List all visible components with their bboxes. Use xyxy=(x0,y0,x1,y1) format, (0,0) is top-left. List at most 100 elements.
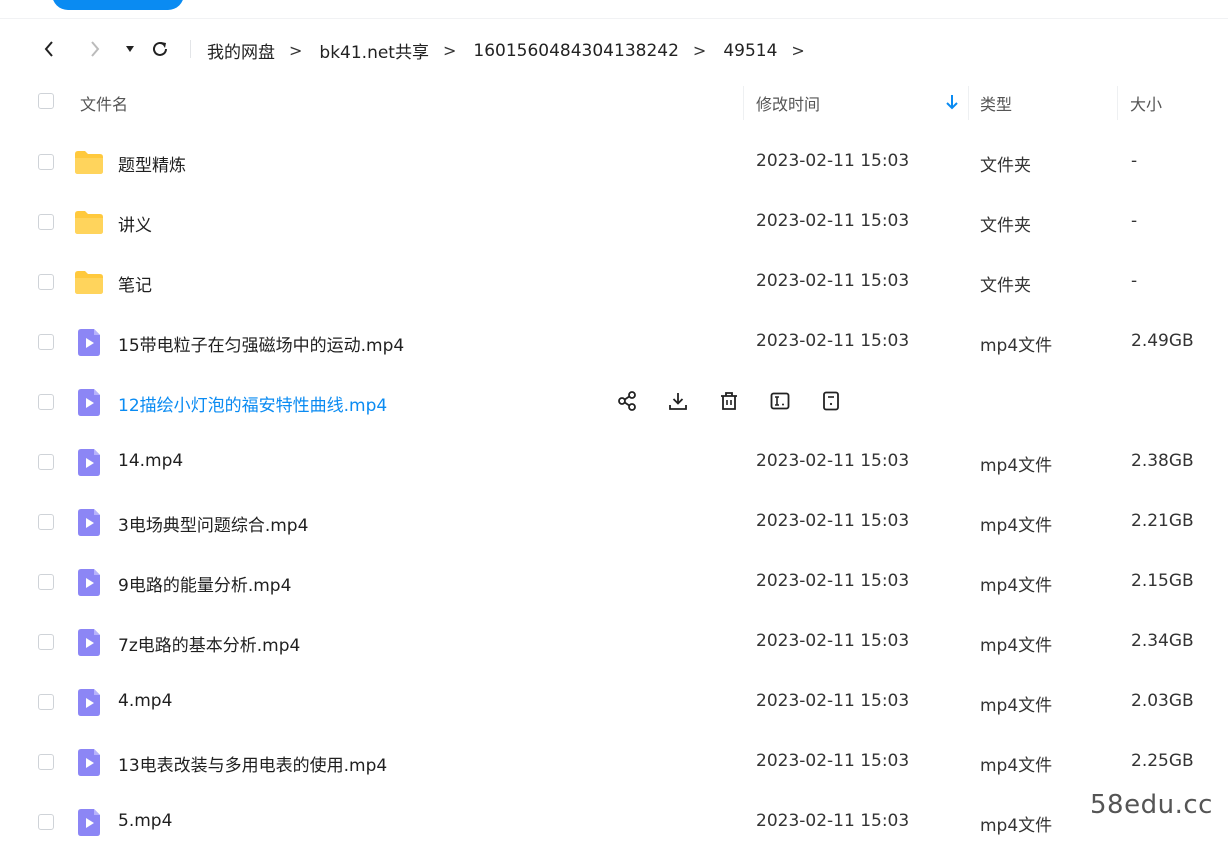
row-checkbox[interactable] xyxy=(38,694,54,710)
file-name[interactable]: 4.mp4 xyxy=(118,691,172,711)
file-name[interactable]: 14.mp4 xyxy=(118,451,183,471)
file-name[interactable]: 13电表改装与多用电表的使用.mp4 xyxy=(118,751,387,776)
file-type: mp4文件 xyxy=(980,636,1053,656)
breadcrumb-item-root[interactable]: 我的网盘 xyxy=(207,38,275,63)
breadcrumb-separator: > xyxy=(791,41,805,60)
file-size: 2.03GB xyxy=(1131,691,1194,711)
table-row[interactable]: 14.mp4 2023-02-11 15:03 mp4文件 2.38GB xyxy=(0,432,1228,492)
breadcrumb-item-share[interactable]: bk41.net共享 xyxy=(319,38,429,63)
file-name[interactable]: 12描绘小灯泡的福安特性曲线.mp4 xyxy=(118,391,387,416)
column-divider xyxy=(1117,86,1118,120)
row-checkbox[interactable] xyxy=(38,574,54,590)
back-button[interactable] xyxy=(38,38,60,60)
file-size: 2.34GB xyxy=(1131,631,1194,651)
file-name[interactable]: 7z电路的基本分析.mp4 xyxy=(118,631,300,656)
row-checkbox[interactable] xyxy=(38,334,54,350)
table-row[interactable]: 题型精炼 2023-02-11 15:03 文件夹 - xyxy=(0,132,1228,192)
video-file-icon xyxy=(73,626,105,658)
table-row[interactable]: 3电场典型问题综合.mp4 2023-02-11 15:03 mp4文件 2.21GB xyxy=(0,492,1228,552)
column-header-size[interactable]: 大小 xyxy=(1130,91,1162,115)
watermark: 58edu.cc xyxy=(1090,790,1213,820)
modified-time: 2023-02-11 15:03 xyxy=(756,211,910,231)
refresh-button[interactable] xyxy=(149,38,171,60)
forward-button[interactable] xyxy=(84,38,106,60)
file-type: mp4文件 xyxy=(980,816,1053,836)
column-header-type[interactable]: 类型 xyxy=(980,91,1012,115)
row-checkbox[interactable] xyxy=(38,274,54,290)
file-name[interactable]: 题型精炼 xyxy=(118,151,186,176)
breadcrumb: 我的网盘 > bk41.net共享 > 1601560484304138242 … xyxy=(207,38,822,64)
breadcrumb-item-current[interactable]: 49514 xyxy=(723,41,777,61)
column-divider xyxy=(743,86,744,120)
table-row[interactable]: 讲义 2023-02-11 15:03 文件夹 - xyxy=(0,192,1228,252)
video-file-icon xyxy=(73,746,105,778)
video-file-icon xyxy=(73,806,105,838)
file-size: 2.25GB xyxy=(1131,751,1194,771)
table-row[interactable]: 5.mp4 2023-02-11 15:03 mp4文件 xyxy=(0,792,1228,852)
modified-time: 2023-02-11 15:03 xyxy=(756,751,910,771)
row-checkbox[interactable] xyxy=(38,754,54,770)
download-icon[interactable] xyxy=(665,388,691,414)
file-type: mp4文件 xyxy=(980,756,1053,776)
file-size: 2.49GB xyxy=(1131,331,1194,351)
row-checkbox[interactable] xyxy=(38,214,54,230)
history-dropdown-button[interactable] xyxy=(119,38,141,60)
file-list: 题型精炼 2023-02-11 15:03 文件夹 - 讲义 2023-02-11 15:… xyxy=(0,132,1228,852)
modified-time: 2023-02-11 15:03 xyxy=(756,691,910,711)
row-checkbox[interactable] xyxy=(38,634,54,650)
file-name[interactable]: 9电路的能量分析.mp4 xyxy=(118,571,291,596)
table-row[interactable]: 15带电粒子在匀强磁场中的运动.mp4 2023-02-11 15:03 mp4文件… xyxy=(0,312,1228,372)
file-type: 文件夹 xyxy=(980,156,1031,176)
delete-icon[interactable] xyxy=(716,388,742,414)
video-file-icon xyxy=(73,566,105,598)
row-checkbox[interactable] xyxy=(38,814,54,830)
modified-time: 2023-02-11 15:03 xyxy=(756,631,910,651)
file-name[interactable]: 笔记 xyxy=(118,271,152,296)
file-size: 2.21GB xyxy=(1131,511,1194,531)
rename-icon[interactable] xyxy=(767,388,793,414)
row-checkbox[interactable] xyxy=(38,454,54,470)
file-size: - xyxy=(1131,211,1138,231)
video-file-icon xyxy=(73,386,105,418)
modified-time: 2023-02-11 15:03 xyxy=(756,151,910,171)
column-header-time[interactable]: 修改时间 xyxy=(756,91,820,115)
breadcrumb-item-id[interactable]: 1601560484304138242 xyxy=(473,41,679,61)
file-type: 文件夹 xyxy=(980,216,1031,236)
breadcrumb-separator: > xyxy=(442,41,457,60)
file-name[interactable]: 15带电粒子在匀强磁场中的运动.mp4 xyxy=(118,331,404,356)
table-row[interactable]: 9电路的能量分析.mp4 2023-02-11 15:03 mp4文件 2.15GB xyxy=(0,552,1228,612)
file-type: mp4文件 xyxy=(980,516,1053,536)
chevron-left-icon xyxy=(44,41,53,57)
sort-desc-icon[interactable] xyxy=(944,92,960,112)
file-name[interactable]: 5.mp4 xyxy=(118,811,172,831)
table-row[interactable]: 13电表改装与多用电表的使用.mp4 2023-02-11 15:03 mp4文件 2… xyxy=(0,732,1228,792)
column-header-name[interactable]: 文件名 xyxy=(80,91,128,115)
table-row[interactable]: 4.mp4 2023-02-11 15:03 mp4文件 2.03GB xyxy=(0,672,1228,732)
table-row[interactable]: 12描绘小灯泡的福安特性曲线.mp4 xyxy=(0,372,1228,432)
toolbar-divider xyxy=(190,40,191,58)
select-all-checkbox[interactable] xyxy=(38,93,54,109)
upload-button[interactable] xyxy=(52,0,184,10)
file-size: - xyxy=(1131,271,1138,291)
table-row[interactable]: 笔记 2023-02-11 15:03 文件夹 - xyxy=(0,252,1228,312)
breadcrumb-separator: > xyxy=(692,41,707,60)
file-name[interactable]: 讲义 xyxy=(118,211,152,236)
row-checkbox[interactable] xyxy=(38,514,54,530)
row-checkbox[interactable] xyxy=(38,154,54,170)
folder-icon xyxy=(73,146,105,178)
folder-icon xyxy=(73,266,105,298)
column-divider xyxy=(968,86,969,120)
modified-time: 2023-02-11 15:03 xyxy=(756,271,910,291)
row-actions xyxy=(614,388,869,414)
row-checkbox[interactable] xyxy=(38,394,54,410)
chevron-right-icon xyxy=(91,41,100,57)
video-file-icon xyxy=(73,506,105,538)
video-file-icon xyxy=(73,446,105,478)
details-icon[interactable] xyxy=(818,388,844,414)
file-name[interactable]: 3电场典型问题综合.mp4 xyxy=(118,511,308,536)
video-file-icon xyxy=(73,326,105,358)
share-icon[interactable] xyxy=(614,388,640,414)
table-row[interactable]: 7z电路的基本分析.mp4 2023-02-11 15:03 mp4文件 2.34GB xyxy=(0,612,1228,672)
refresh-icon xyxy=(153,41,167,56)
file-type: 文件夹 xyxy=(980,276,1031,296)
